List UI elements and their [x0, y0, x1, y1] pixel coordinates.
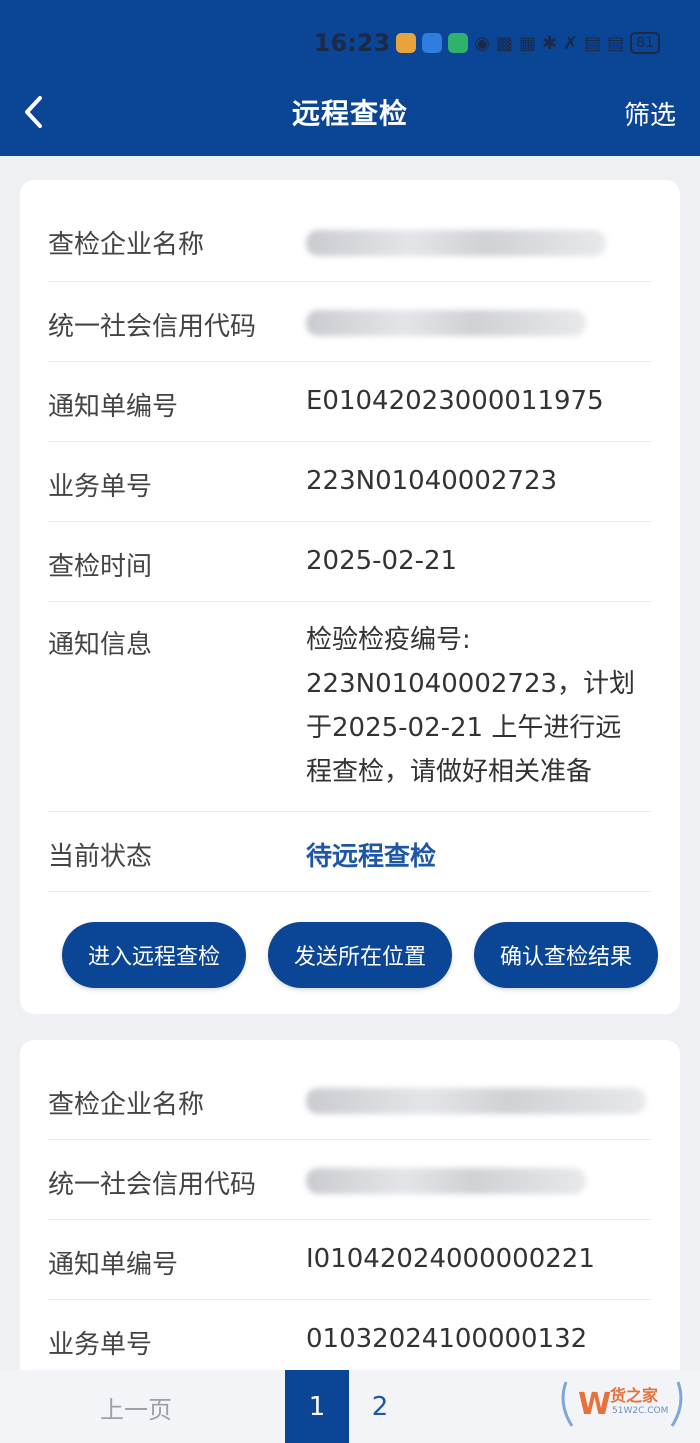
business-number: 01032024100000132: [306, 1324, 588, 1354]
page-2-button[interactable]: 2: [355, 1370, 405, 1443]
signal-icon: ▤: [607, 32, 625, 54]
info-row: 业务单号 223N01040002723: [48, 442, 652, 522]
page-title: 远程查检: [291, 97, 408, 130]
row-label: 统一社会信用代码: [48, 312, 257, 342]
send-location-button[interactable]: 发送所在位置: [268, 922, 452, 988]
notification-chat-icon: [448, 33, 469, 53]
status-value: 待远程查检: [306, 842, 437, 872]
mute-icon: ✗: [563, 32, 579, 54]
inspection-date: 2025-02-21: [306, 546, 458, 576]
inspection-card: 查检企业名称 统一社会信用代码 通知单编号 E01042023000011975…: [20, 180, 680, 1014]
info-row: 查检企业名称: [48, 1060, 652, 1140]
info-row: 统一社会信用代码: [48, 1140, 652, 1220]
prev-page-button[interactable]: 上一页: [100, 1390, 172, 1425]
enter-remote-inspection-button[interactable]: 进入远程查检: [62, 922, 246, 988]
svg-text:W: W: [578, 1387, 611, 1422]
row-label: 业务单号: [48, 472, 153, 502]
status-time: 16:23: [313, 29, 391, 57]
info-row: 统一社会信用代码: [48, 282, 652, 362]
bluetooth-icon: ✱: [541, 32, 558, 54]
headphone-icon: ◉: [474, 32, 490, 54]
status-bar: 16:23 ◉ ▩ ▦ ✱ ✗ ▤ ▤ 81: [314, 28, 660, 58]
watermark-logo: W 货之家 51W2C.COM: [556, 1374, 688, 1434]
info-row: 当前状态 待远程查检: [48, 812, 652, 892]
confirm-result-button[interactable]: 确认查检结果: [474, 922, 658, 988]
info-row: 查检企业名称: [48, 200, 652, 282]
row-label: 通知单编号: [48, 392, 179, 422]
notification-app-icon: [422, 33, 443, 53]
notice-number: E01042023000011975: [306, 386, 604, 416]
row-label: 通知信息: [48, 630, 153, 660]
vibrate-icon: ▦: [518, 32, 536, 54]
notice-number: I01042024000000221: [306, 1244, 595, 1274]
filter-button[interactable]: 筛选: [624, 95, 676, 132]
row-label: 当前状态: [48, 842, 153, 872]
redacted-credit-code: [306, 1168, 586, 1194]
battery-icon: 81: [630, 32, 660, 54]
redacted-company-name: [306, 230, 606, 256]
watermark-url: 51W2C.COM: [612, 1406, 669, 1416]
watermark-brand: 货之家: [610, 1386, 659, 1405]
redacted-credit-code: [306, 310, 586, 336]
row-label: 通知单编号: [48, 1250, 179, 1280]
row-label: 业务单号: [48, 1330, 153, 1360]
row-label: 查检时间: [48, 552, 153, 582]
redacted-company-name: [306, 1088, 646, 1114]
row-label: 查检企业名称: [48, 230, 205, 260]
inspection-card: 查检企业名称 统一社会信用代码 通知单编号 I01042024000000221…: [20, 1040, 680, 1380]
signal-icon: ▤: [584, 32, 602, 54]
info-row: 查检时间 2025-02-21: [48, 522, 652, 602]
row-label: 统一社会信用代码: [48, 1170, 257, 1200]
nfc-icon: ▩: [495, 32, 513, 54]
info-row: 业务单号 01032024100000132: [48, 1300, 652, 1380]
app-header: 16:23 ◉ ▩ ▦ ✱ ✗ ▤ ▤ 81 远程查检 筛选: [0, 0, 700, 156]
notice-message: 检验检疫编号: 223N01040002723，计划 于2025-02-21 上…: [306, 625, 636, 787]
info-row: 通知单编号 E01042023000011975: [48, 362, 652, 442]
business-number: 223N01040002723: [306, 466, 558, 496]
info-row: 通知单编号 I01042024000000221: [48, 1220, 652, 1300]
row-label: 查检企业名称: [48, 1090, 205, 1120]
info-row: 通知信息 检验检疫编号: 223N01040002723，计划 于2025-02…: [48, 602, 652, 812]
notification-app-icon: [396, 33, 417, 53]
page-1-button[interactable]: 1: [285, 1370, 349, 1443]
